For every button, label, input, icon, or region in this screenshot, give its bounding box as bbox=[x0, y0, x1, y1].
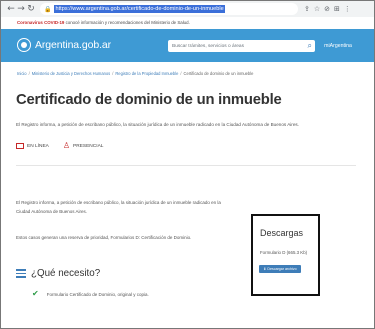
requirements-title: ¿Qué necesito? bbox=[31, 268, 101, 279]
download-file-name: Formulario D (665.3 Kb) bbox=[260, 250, 308, 255]
address-bar[interactable]: 🔒 https://www.argentina.gob.ar/certifica… bbox=[40, 3, 298, 15]
search-input[interactable]: Buscar trámites, servicios o áreas ⌕ bbox=[168, 40, 315, 52]
breadcrumb-separator: / bbox=[28, 71, 30, 76]
procedure-modes: EN LÍNEA ♙ PRESENCIAL bbox=[16, 142, 103, 150]
covid-banner-bold: Coronavirus COVID-19 bbox=[17, 20, 65, 25]
extension-icon[interactable]: ⊞ bbox=[334, 5, 340, 13]
back-icon[interactable]: ← bbox=[6, 2, 16, 16]
forward-icon[interactable]: → bbox=[16, 2, 26, 16]
breadcrumb: Inicio / Ministerio de Justicia y Derechos… bbox=[17, 71, 253, 76]
star-icon[interactable]: ☆ bbox=[314, 5, 320, 13]
list-icon bbox=[16, 269, 26, 278]
extension-icon[interactable]: ⊘ bbox=[324, 5, 330, 13]
laptop-icon bbox=[16, 143, 24, 149]
downloads-title: Descargas bbox=[260, 228, 304, 238]
requirements-heading: ¿Qué necesito? bbox=[16, 268, 100, 279]
breadcrumb-current: Certificado de dominio de un inmueble bbox=[183, 71, 254, 76]
check-icon: ✔ bbox=[32, 289, 39, 298]
breadcrumb-separator: / bbox=[180, 71, 182, 76]
mode-presencial-label: PRESENCIAL bbox=[73, 143, 104, 149]
description-paragraph: El Registro informa, a petición de escri… bbox=[16, 200, 221, 214]
requirement-text: Formulario Certificado de Dominio, origi… bbox=[46, 291, 149, 297]
share-icon[interactable]: ⇪ bbox=[304, 5, 310, 13]
priority-paragraph: Estos casos generan una reserva de prior… bbox=[16, 235, 192, 240]
page-title: Certificado de dominio de un inmueble bbox=[16, 92, 282, 108]
reload-icon[interactable]: ↻ bbox=[26, 2, 36, 16]
lock-icon: 🔒 bbox=[44, 5, 52, 13]
requirement-item: ✔ Formulario Certificado de Dominio, ori… bbox=[32, 290, 149, 298]
mode-online-label: EN LÍNEA bbox=[27, 143, 49, 149]
sun-logo-icon bbox=[17, 38, 31, 52]
mi-argentina-button[interactable]: miArgentina bbox=[319, 40, 357, 52]
breadcrumb-item[interactable]: Registro de la Propiedad Inmueble bbox=[115, 71, 178, 76]
breadcrumb-item[interactable]: Inicio bbox=[17, 71, 27, 76]
download-button[interactable]: ⬇ Descargar archivo bbox=[259, 265, 301, 273]
browser-toolbar: ← → ↻ 🔒 https://www.argentina.gob.ar/cer… bbox=[1, 1, 374, 17]
search-icon[interactable]: ⌕ bbox=[308, 41, 312, 51]
people-icon: ♙ bbox=[62, 141, 71, 150]
breadcrumb-separator: / bbox=[112, 71, 114, 76]
site-logo[interactable]: Argentina.gob.ar bbox=[17, 38, 111, 52]
menu-icon[interactable]: ⋮ bbox=[344, 5, 351, 13]
downloads-panel: Descargas Formulario D (665.3 Kb) ⬇ Desc… bbox=[251, 214, 320, 296]
breadcrumb-item[interactable]: Ministerio de Justicia y Derechos Humano… bbox=[32, 71, 111, 76]
logo-text: Argentina.gob.ar bbox=[35, 39, 112, 51]
url-text[interactable]: https://www.argentina.gob.ar/certificado… bbox=[54, 5, 225, 13]
download-button-label: Descargar archivo bbox=[267, 267, 297, 271]
site-header: Argentina.gob.ar Buscar trámites, servic… bbox=[1, 29, 374, 62]
search-placeholder: Buscar trámites, servicios o áreas bbox=[172, 43, 244, 49]
page-lead: El Registro informa, a petición de escri… bbox=[16, 122, 299, 127]
covid-banner-text: conocé información y recomendaciones del… bbox=[64, 20, 190, 25]
divider bbox=[16, 165, 356, 166]
covid-banner[interactable]: Coronavirus COVID-19 conocé información … bbox=[1, 18, 374, 28]
